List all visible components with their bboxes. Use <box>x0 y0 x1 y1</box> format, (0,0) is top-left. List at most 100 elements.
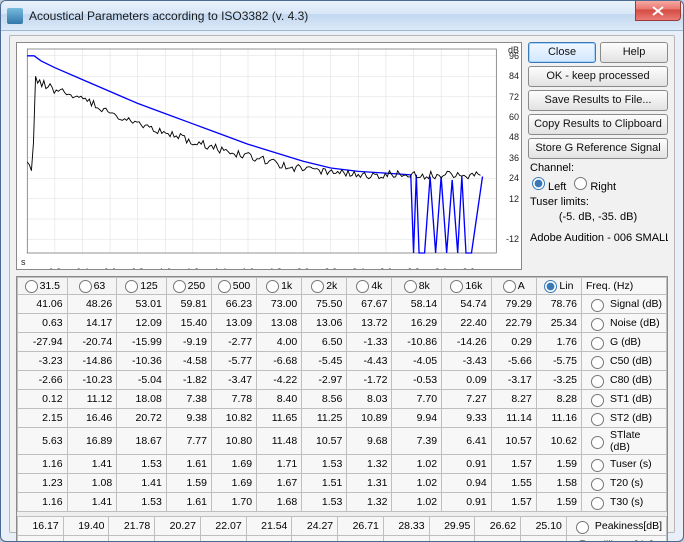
cell: -2.66 <box>18 371 68 390</box>
copy-clipboard-button[interactable]: Copy Results to Clipboard <box>528 114 668 135</box>
cell: 2.15 <box>18 409 68 428</box>
freq-header: Freq. (Hz) <box>582 278 667 295</box>
row-STlate (dB)[interactable]: STlate (dB) <box>586 429 662 453</box>
cell: 7.38 <box>166 390 211 409</box>
ok-keep-button[interactable]: OK - keep processed <box>528 66 668 87</box>
band-radio-A[interactable]: A <box>492 280 536 293</box>
help-button[interactable]: Help <box>600 42 668 63</box>
band-radio-125[interactable]: 125 <box>117 280 166 293</box>
cell: -4.22 <box>257 371 302 390</box>
cell: 16.89 <box>67 428 117 455</box>
band-radio-500[interactable]: 500 <box>212 280 256 293</box>
row-Millisecs[dB][interactable]: Millisecs[dB] <box>571 537 662 542</box>
cell: 16.29 <box>392 314 442 333</box>
cell: -3.23 <box>18 352 68 371</box>
cell: -3.47 <box>211 371 256 390</box>
cell: 16.17 <box>18 517 64 536</box>
row-C80 (dB)[interactable]: C80 (dB) <box>586 372 662 388</box>
band-radio-16k[interactable]: 16k <box>442 280 491 293</box>
cell: 1.32 <box>347 493 392 512</box>
band-radio-8k[interactable]: 8k <box>392 280 441 293</box>
band-radio-250[interactable]: 250 <box>167 280 211 293</box>
cell: 1.61 <box>166 455 211 474</box>
cell: 10.57 <box>302 428 347 455</box>
cell: 20.10 <box>429 536 475 542</box>
cell: 1.69 <box>211 474 256 493</box>
cell: 19.27 <box>63 536 109 542</box>
cell: -14.26 <box>442 333 492 352</box>
cell: 1.02 <box>392 474 442 493</box>
cell: 18.02 <box>246 536 292 542</box>
band-radio-2k[interactable]: 2k <box>302 280 346 293</box>
cell: 0.91 <box>442 493 492 512</box>
cell: 1.41 <box>117 474 167 493</box>
cell: 59.81 <box>166 295 211 314</box>
cell: 21.54 <box>246 517 292 536</box>
save-results-button[interactable]: Save Results to File... <box>528 90 668 111</box>
cell: 1.53 <box>117 493 167 512</box>
cell: -27.94 <box>18 333 68 352</box>
cell: -10.86 <box>392 333 442 352</box>
cell: 22.40 <box>442 314 492 333</box>
cell: -10.23 <box>67 371 117 390</box>
x-axis-label: s <box>21 257 26 267</box>
tuser-limits-value: (-5. dB, -35. dB) <box>528 211 668 223</box>
band-radio-Lin[interactable]: Lin <box>537 280 581 293</box>
cell: 1.59 <box>166 474 211 493</box>
channel-left-radio[interactable]: Left <box>532 177 566 193</box>
cell: 54.74 <box>442 295 492 314</box>
row-ST2 (dB)[interactable]: ST2 (dB) <box>586 410 662 426</box>
cell: -5.66 <box>491 352 536 371</box>
channel-label: Channel: <box>528 162 668 174</box>
cell: 1.55 <box>491 474 536 493</box>
tuser-limits-label: Tuser limits: <box>528 196 668 208</box>
cell: 1.68 <box>257 493 302 512</box>
row-Tuser (s)[interactable]: Tuser (s) <box>586 456 662 472</box>
cell: 19.73 <box>475 536 521 542</box>
cell: 1.53 <box>117 455 167 474</box>
band-radio-1k[interactable]: 1k <box>257 280 301 293</box>
cell: 7.77 <box>166 428 211 455</box>
cell: 1.53 <box>302 493 347 512</box>
cell: 9.38 <box>166 409 211 428</box>
row-Noise (dB)[interactable]: Noise (dB) <box>586 315 662 331</box>
cell: -20.74 <box>67 333 117 352</box>
cell: 5.63 <box>18 428 68 455</box>
cell: -1.82 <box>166 371 211 390</box>
window-close-button[interactable] <box>635 1 681 21</box>
cell: 41.06 <box>18 295 68 314</box>
cell: -9.19 <box>166 333 211 352</box>
band-radio-4k[interactable]: 4k <box>347 280 391 293</box>
cell: 20.27 <box>155 517 201 536</box>
cell: 9.68 <box>347 428 392 455</box>
row-Peakiness[dB][interactable]: Peakiness[dB] <box>571 518 662 534</box>
cell: 1.02 <box>392 455 442 474</box>
cell: -5.04 <box>117 371 167 390</box>
cell: 1.32 <box>347 455 392 474</box>
cell: 18.96 <box>155 536 201 542</box>
close-button[interactable]: Close <box>528 42 596 63</box>
band-radio-31.5[interactable]: 31.5 <box>18 280 67 293</box>
cell: 13.09 <box>211 314 256 333</box>
cell: 13.08 <box>257 314 302 333</box>
cell: -4.43 <box>347 352 392 371</box>
chart-area: 9684726048362412-12 0.20.40.60.81.01.21.… <box>16 42 522 270</box>
row-ST1 (dB)[interactable]: ST1 (dB) <box>586 391 662 407</box>
channel-right-radio[interactable]: Right <box>574 177 616 193</box>
cell: 66.23 <box>211 295 256 314</box>
row-T20 (s)[interactable]: T20 (s) <box>586 475 662 491</box>
row-T30 (s)[interactable]: T30 (s) <box>586 494 662 510</box>
cell: -3.43 <box>442 352 492 371</box>
row-G (dB)[interactable]: G (dB) <box>586 334 662 350</box>
cell: 19.40 <box>63 517 109 536</box>
cell: 8.56 <box>302 390 347 409</box>
cell: 7.78 <box>211 390 256 409</box>
cell: 1.31 <box>347 474 392 493</box>
cell: -5.45 <box>302 352 347 371</box>
store-g-ref-button[interactable]: Store G Reference Signal <box>528 138 668 159</box>
host-app-line: Adobe Audition - 006 SMALL I <box>528 232 668 244</box>
band-radio-63[interactable]: 63 <box>68 280 117 293</box>
row-C50 (dB)[interactable]: C50 (dB) <box>586 353 662 369</box>
cell: -3.17 <box>491 371 536 390</box>
row-Signal (dB)[interactable]: Signal (dB) <box>586 296 662 312</box>
